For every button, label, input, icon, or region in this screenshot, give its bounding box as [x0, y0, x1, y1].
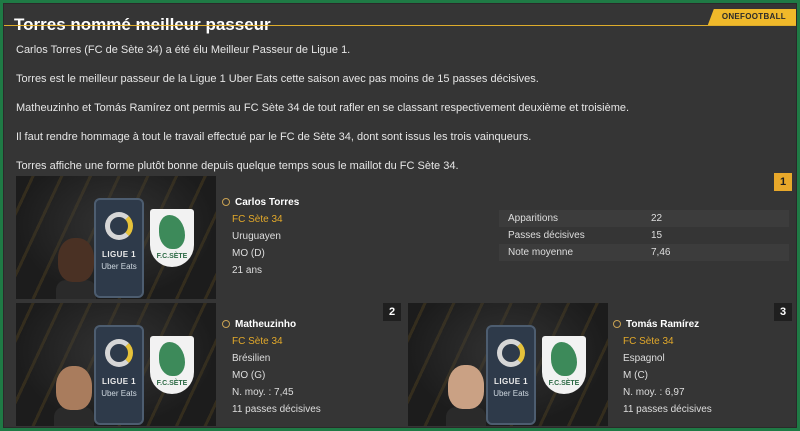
ligue1-logo: LIGUE 1 Uber Eats: [94, 198, 144, 298]
ligue1-logo-text: LIGUE 1: [102, 250, 136, 259]
stat-row-rating: Note moyenne 7,46: [499, 244, 789, 261]
ligue1-logo: LIGUE 1 Uber Eats: [94, 325, 144, 425]
header-divider: [4, 25, 796, 26]
ligue1-logo-sponsor: Uber Eats: [493, 389, 529, 398]
player-torso: [446, 407, 486, 426]
winner-age: 21 ans: [232, 265, 263, 276]
second-club[interactable]: FC Sète 34: [232, 336, 283, 347]
second-rating: N. moy. : 7,45: [232, 387, 294, 398]
player-face-ramirez: [448, 365, 484, 409]
stat-row-appearances: Apparitions 22: [499, 210, 789, 227]
article-paragraph-2[interactable]: Torres est le meilleur passeur de la Lig…: [16, 73, 539, 85]
article-paragraph-5[interactable]: Torres affiche une forme plutôt bonne de…: [16, 160, 459, 172]
third-nationality: Espagnol: [623, 353, 665, 364]
fc-sete-crest-text: F.C.SÈTE: [156, 380, 188, 387]
ligue1-logo-text: LIGUE 1: [102, 377, 136, 386]
stat-value: 7,46: [651, 247, 671, 258]
fc-sete-crest-text: F.C.SÈTE: [548, 380, 580, 387]
player-icon: [613, 320, 621, 328]
third-rating: N. moy. : 6,97: [623, 387, 685, 398]
ligue1-logo-text: LIGUE 1: [494, 377, 528, 386]
second-name-text: Matheuzinho: [235, 319, 297, 330]
news-panel: Torres nommé meilleur passeur ONEFOOTBAL…: [3, 3, 797, 428]
stat-label: Apparitions: [508, 213, 559, 224]
third-name-text: Tomás Ramírez: [626, 319, 700, 330]
rank-badge-2: 2: [383, 303, 401, 321]
fc-sete-crest: F.C.SÈTE: [150, 209, 194, 267]
stat-value: 15: [651, 230, 663, 241]
article-paragraph-1[interactable]: Carlos Torres (FC de Sète 34) a été élu …: [16, 44, 350, 56]
third-club[interactable]: FC Sète 34: [623, 336, 674, 347]
winner-club[interactable]: FC Sète 34: [232, 214, 283, 225]
third-name[interactable]: Tomás Ramírez: [613, 319, 699, 330]
fc-sete-crest-text: F.C.SÈTE: [156, 253, 188, 260]
ligue1-logo-sponsor: Uber Eats: [101, 389, 137, 398]
winner-position: MO (D): [232, 248, 265, 259]
ligue1-logo-sponsor: Uber Eats: [101, 262, 137, 271]
player-icon: [222, 198, 230, 206]
second-name[interactable]: Matheuzinho: [222, 319, 296, 330]
second-position: MO (G): [232, 370, 266, 381]
article-paragraph-3[interactable]: Matheuzinho et Tomás Ramírez ont permis …: [16, 102, 629, 114]
ligue1-logo: LIGUE 1 Uber Eats: [486, 325, 536, 425]
second-assists: 11 passes décisives: [232, 404, 321, 415]
third-position: M (C): [623, 370, 648, 381]
stat-row-assists: Passes décisives 15: [499, 227, 789, 244]
winner-name[interactable]: Carlos Torres: [222, 197, 299, 208]
second-nationality: Brésilien: [232, 353, 271, 364]
rank-badge-3: 3: [774, 303, 792, 321]
second-image: LIGUE 1 Uber Eats F.C.SÈTE: [16, 303, 216, 426]
stat-value: 22: [651, 213, 663, 224]
player-icon: [222, 320, 230, 328]
third-assists: 11 passes décisives: [623, 404, 712, 415]
winner-nationality: Uruguayen: [232, 231, 281, 242]
fc-sete-crest: F.C.SÈTE: [542, 336, 586, 394]
article-paragraph-4[interactable]: Il faut rendre hommage à tout le travail…: [16, 131, 531, 143]
winner-image: LIGUE 1 Uber Eats F.C.SÈTE: [16, 176, 216, 299]
player-torso: [56, 280, 96, 299]
winner-name-text: Carlos Torres: [235, 197, 300, 208]
player-face-torres: [58, 238, 94, 282]
stat-label: Passes décisives: [508, 230, 585, 241]
third-image: LIGUE 1 Uber Eats F.C.SÈTE: [408, 303, 608, 426]
player-face-matheuzinho: [56, 366, 92, 410]
rank-badge-1: 1: [774, 173, 792, 191]
stat-label: Note moyenne: [508, 247, 574, 258]
onefootball-badge: ONEFOOTBALL: [707, 9, 796, 25]
fc-sete-crest: F.C.SÈTE: [150, 336, 194, 394]
